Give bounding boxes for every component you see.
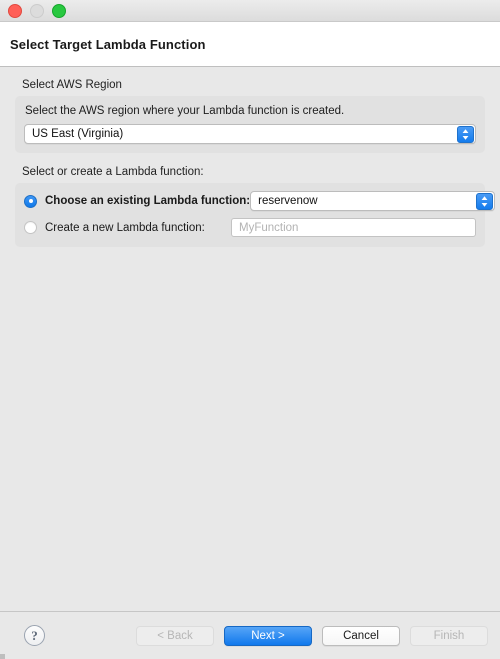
help-icon[interactable]: ? [24,625,45,646]
aws-region-select[interactable]: US East (Virginia) [24,124,476,144]
new-function-label: Create a new Lambda function: [45,221,205,234]
existing-function-label: Choose an existing Lambda function: [45,195,251,207]
existing-function-select[interactable]: reservenow [250,191,496,211]
new-function-field-slot: MyFunction [231,218,476,237]
back-button: < Back [136,625,214,646]
new-function-row[interactable]: Create a new Lambda function: MyFunction [24,218,476,237]
wizard-footer: ? < Back Next > Cancel Finish [0,611,500,659]
existing-function-field-slot: reservenow [250,191,496,211]
page-title: Select Target Lambda Function [10,36,206,52]
chevron-up-down-icon[interactable] [476,192,494,210]
radio-existing-function[interactable] [24,194,37,208]
wizard-window: Select Target Lambda Function Select AWS… [0,0,500,659]
title-bar [0,0,500,22]
wizard-button-group: < Back Next > Cancel Finish [136,625,488,646]
new-function-name-input[interactable]: MyFunction [231,218,476,237]
close-window-icon[interactable] [8,3,22,18]
minimize-window-icon [30,3,44,18]
wizard-header: Select Target Lambda Function [0,22,500,67]
new-function-name-placeholder: MyFunction [239,221,299,234]
existing-function-value: reservenow [258,195,318,207]
wizard-body: Select AWS Region Select the AWS region … [0,67,500,611]
next-button[interactable]: Next > [224,625,312,646]
finish-button: Finish [410,625,488,646]
traffic-light-group [8,3,66,18]
function-panel: Choose an existing Lambda function: rese… [15,183,496,247]
radio-new-function[interactable] [24,221,37,234]
region-group-label: Select AWS Region [22,79,122,91]
zoom-window-icon[interactable] [52,3,66,18]
cancel-button[interactable]: Cancel [322,625,400,646]
region-panel: Select the AWS region where your Lambda … [15,96,485,153]
region-description: Select the AWS region where your Lambda … [25,105,345,117]
aws-region-value: US East (Virginia) [32,128,124,140]
resize-corner-artifact [0,654,5,659]
existing-function-row[interactable]: Choose an existing Lambda function: rese… [24,191,496,211]
function-group-label: Select or create a Lambda function: [22,166,204,178]
chevron-up-down-icon[interactable] [457,125,474,143]
